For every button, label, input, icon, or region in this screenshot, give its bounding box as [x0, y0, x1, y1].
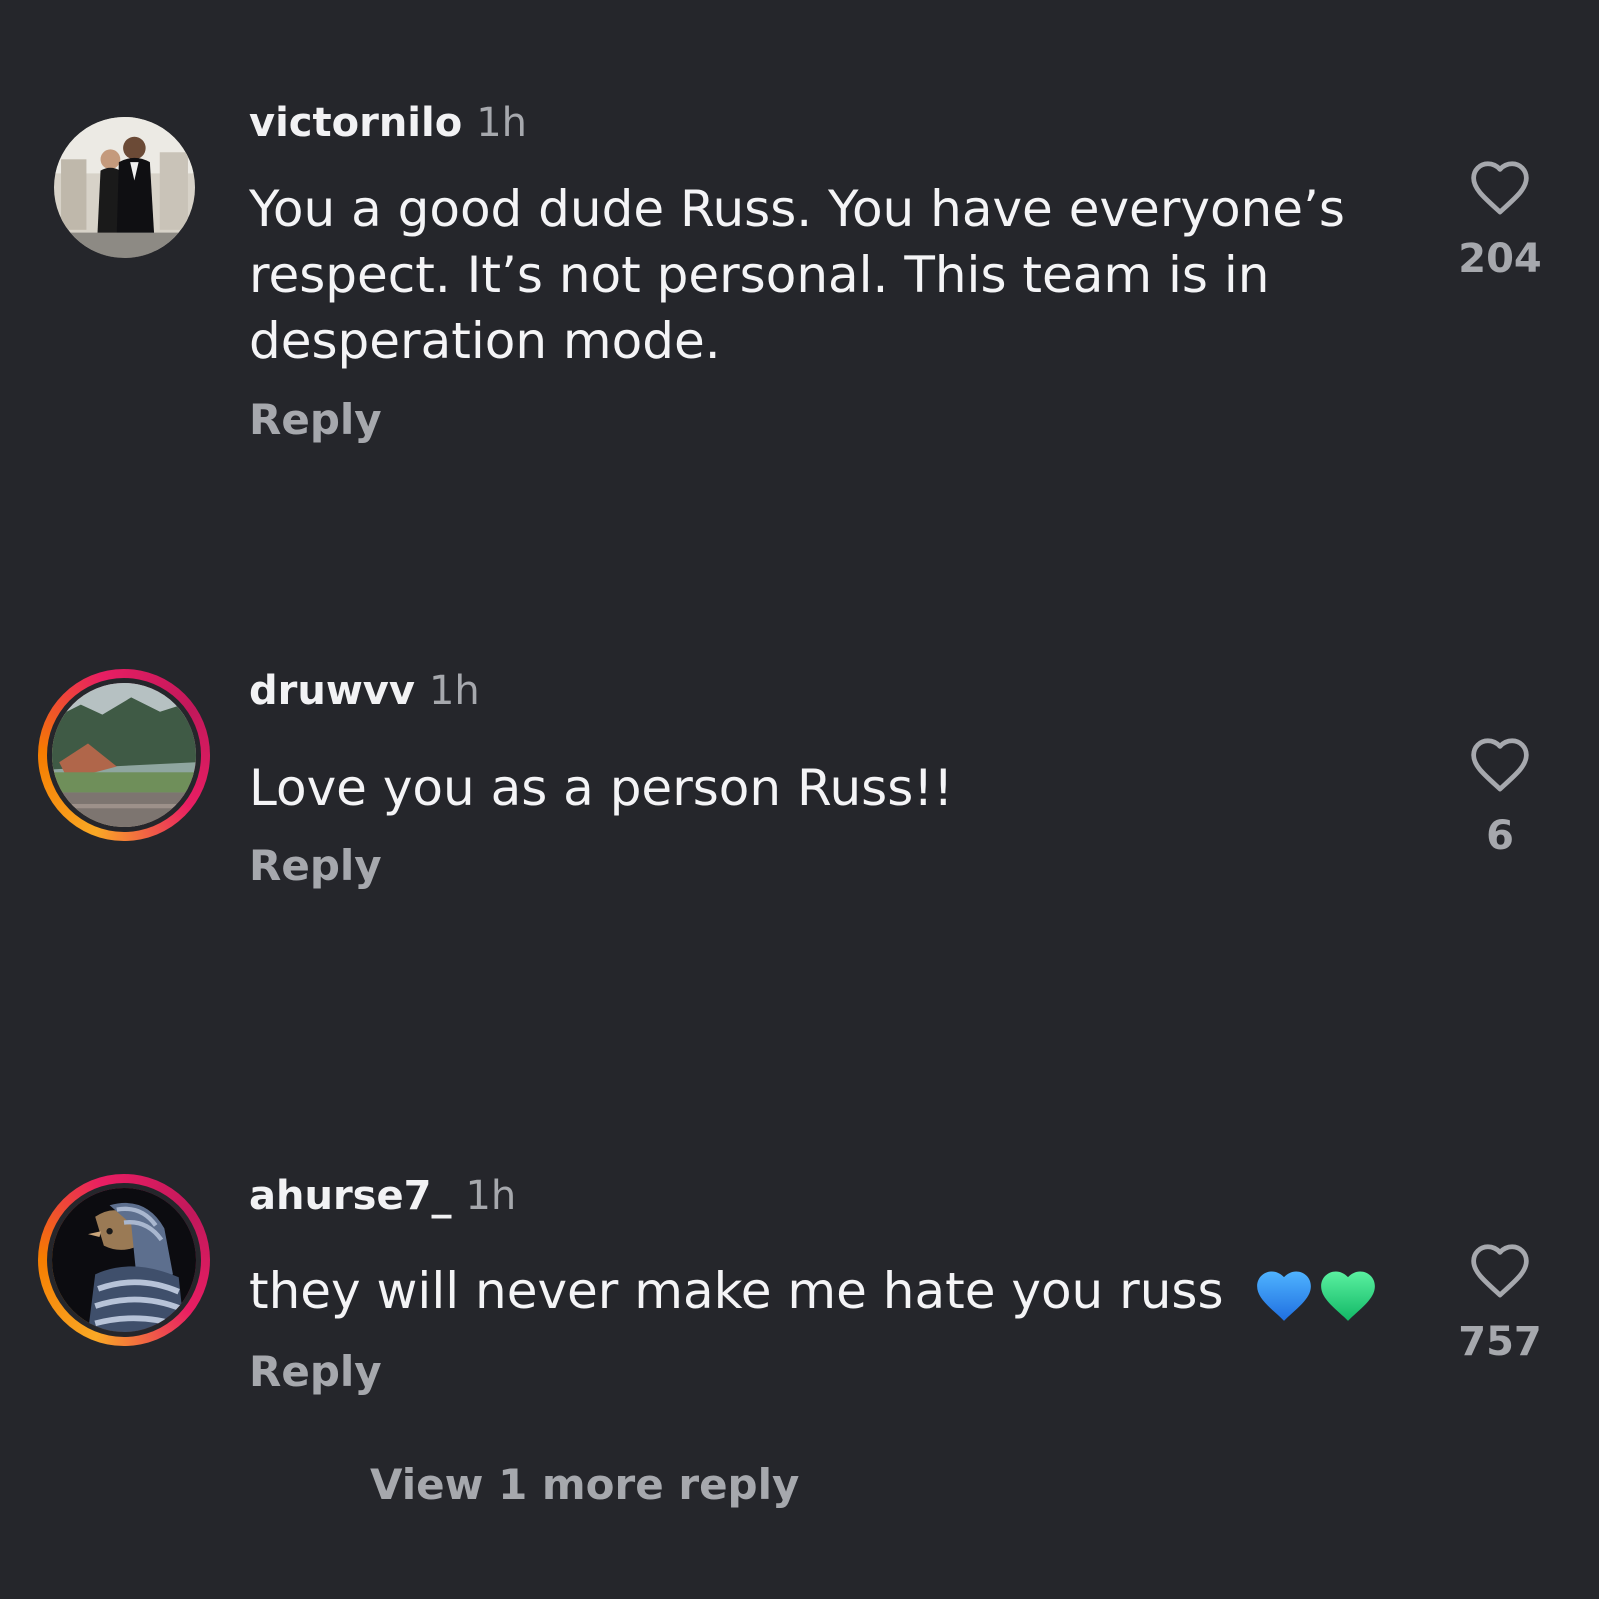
- comment-text: they will never make me hate you russ: [249, 1258, 1389, 1324]
- timestamp: 1h: [428, 668, 480, 714]
- reply-button[interactable]: Reply: [249, 395, 382, 444]
- like-section: 757: [1440, 1241, 1560, 1365]
- comment-text: You a good dude Russ. You have everyone’…: [249, 180, 1345, 370]
- avatar[interactable]: [38, 101, 210, 273]
- avatar-image: [54, 117, 195, 258]
- green-heart-icon: [1321, 1270, 1376, 1321]
- heart-icon[interactable]: [1468, 158, 1532, 216]
- avatar[interactable]: [38, 669, 210, 841]
- like-count: 757: [1458, 1319, 1542, 1365]
- username[interactable]: ahurse7_: [249, 1173, 451, 1219]
- view-more-replies-button[interactable]: View 1 more reply: [370, 1460, 799, 1509]
- like-section: 204: [1440, 158, 1560, 282]
- like-count: 204: [1458, 236, 1542, 282]
- like-section: 6: [1440, 735, 1560, 859]
- blue-heart-icon: [1257, 1270, 1312, 1321]
- heart-icon[interactable]: [1468, 735, 1532, 793]
- avatar[interactable]: [38, 1174, 210, 1346]
- reply-button[interactable]: Reply: [249, 841, 382, 890]
- username[interactable]: druwvv: [249, 668, 415, 714]
- avatar-image: [52, 683, 196, 827]
- comment-text-content: they will never make me hate you russ: [249, 1262, 1224, 1320]
- avatar-image: [52, 1188, 196, 1332]
- timestamp: 1h: [476, 100, 528, 146]
- comment-header: ahurse7_ 1h: [249, 1173, 516, 1219]
- timestamp: 1h: [465, 1173, 517, 1219]
- comment-header: druwvv 1h: [249, 668, 480, 714]
- comment-header: victornilo 1h: [249, 100, 527, 146]
- like-count: 6: [1486, 813, 1514, 859]
- username[interactable]: victornilo: [249, 100, 462, 146]
- heart-icon[interactable]: [1468, 1241, 1532, 1299]
- comment-text: Love you as a person Russ!!: [249, 759, 954, 817]
- reply-button[interactable]: Reply: [249, 1347, 382, 1396]
